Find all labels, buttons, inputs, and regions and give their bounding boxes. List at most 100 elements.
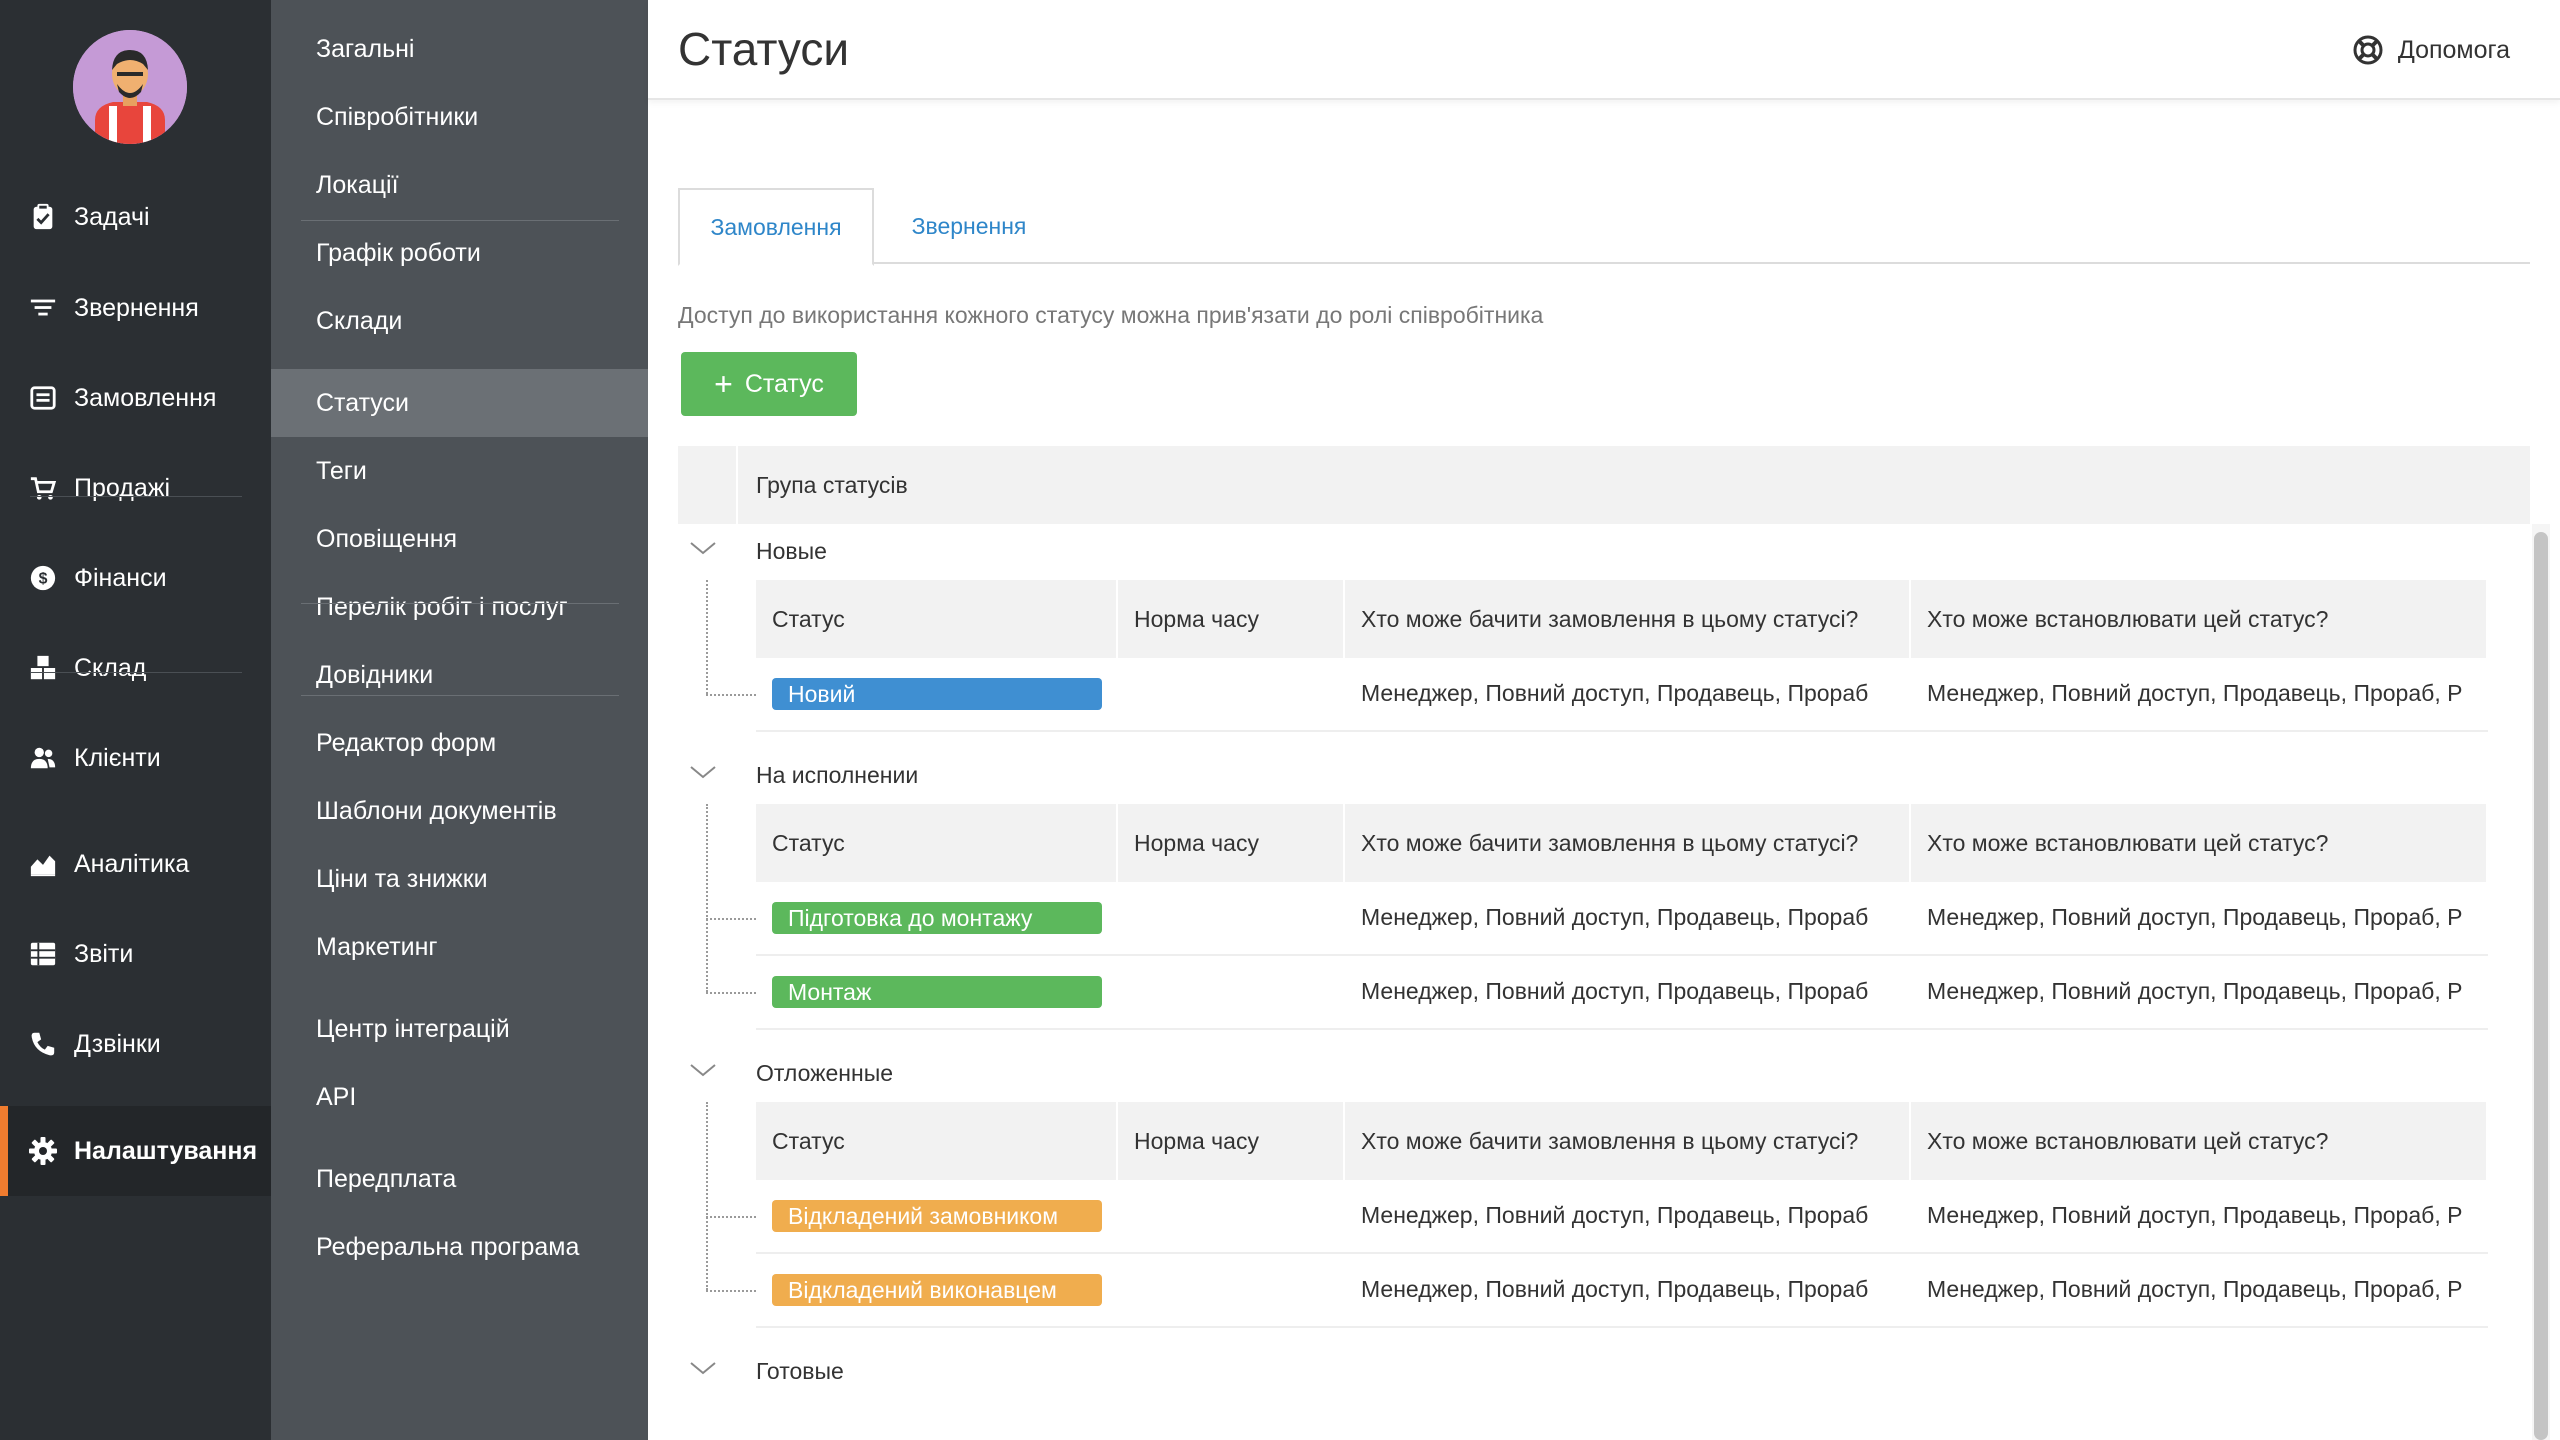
cart-icon bbox=[28, 473, 58, 503]
settings-item[interactable]: Графік роботи bbox=[271, 219, 648, 287]
status-group-row[interactable]: На исполнении bbox=[678, 748, 2530, 804]
table-row[interactable]: Монтаж Менеджер, Повний доступ, Продавець… bbox=[756, 956, 2488, 1030]
settings-item[interactable]: Реферальна програма bbox=[271, 1213, 648, 1281]
app-root: Задачі Звернення Замовлення Продажі $ Фінанси… bbox=[0, 0, 2560, 1440]
group-name: Новые bbox=[756, 538, 827, 564]
tree-line bbox=[706, 580, 708, 694]
status-columns-header: Статус Норма часу Хто може бачити замовлен… bbox=[756, 804, 2488, 882]
page-title: Статуси bbox=[678, 23, 850, 75]
column-header: Норма часу bbox=[1118, 804, 1345, 882]
status-badge[interactable]: Підготовка до монтажу bbox=[772, 902, 1102, 934]
settings-item[interactable]: Теги bbox=[271, 437, 648, 505]
header-divider bbox=[736, 446, 738, 524]
status-group-row[interactable]: Отложенные bbox=[678, 1046, 2530, 1102]
settings-item[interactable]: Шаблони документів bbox=[271, 777, 648, 845]
nav-item-dollar-coin[interactable]: $ Фінанси bbox=[0, 533, 271, 623]
tree-line bbox=[706, 804, 708, 992]
who-sets: Менеджер, Повний доступ, Продавець, Прор… bbox=[1927, 904, 2463, 930]
settings-item[interactable]: Передплата bbox=[271, 1145, 648, 1213]
table-row[interactable]: Відкладений замовником Менеджер, Повний д… bbox=[756, 1180, 2488, 1254]
plus-icon: + bbox=[714, 366, 733, 402]
who-sets: Менеджер, Повний доступ, Продавець, Прор… bbox=[1927, 1276, 2463, 1302]
tab-label: Замовлення bbox=[710, 213, 842, 240]
group-name: Готовые bbox=[756, 1358, 844, 1384]
column-header: Хто може бачити замовлення в цьому стату… bbox=[1345, 580, 1911, 658]
settings-item[interactable]: API bbox=[271, 1063, 648, 1131]
status-group-row[interactable]: Новые bbox=[678, 524, 2530, 580]
nav-item-list-report[interactable]: Звіти bbox=[0, 909, 271, 999]
status-badge[interactable]: Відкладений замовником bbox=[772, 1200, 1102, 1232]
order-card-icon bbox=[28, 383, 58, 413]
chevron-down-icon[interactable] bbox=[688, 538, 718, 558]
add-status-button[interactable]: + Статус bbox=[681, 352, 857, 416]
settings-item[interactable]: Центр інтеграцій bbox=[271, 995, 648, 1063]
nav-item-area-chart[interactable]: Аналітика bbox=[0, 819, 271, 909]
avatar-figure-icon bbox=[73, 30, 187, 144]
scrollbar[interactable] bbox=[2532, 524, 2550, 1440]
nav-item-label: Продажі bbox=[74, 473, 170, 502]
settings-item[interactable]: Редактор форм bbox=[271, 709, 648, 777]
avatar[interactable] bbox=[73, 30, 187, 144]
settings-item[interactable]: Співробітники bbox=[271, 83, 648, 151]
who-sees: Менеджер, Повний доступ, Продавець, Прор… bbox=[1361, 904, 1869, 930]
nav-separator bbox=[30, 672, 242, 673]
nav-item-boxes[interactable]: Склад bbox=[0, 623, 271, 713]
group-name: На исполнении bbox=[756, 762, 919, 788]
nav-item-cart[interactable]: Продажі bbox=[0, 443, 271, 533]
chevron-down-icon[interactable] bbox=[688, 762, 718, 782]
dollar-coin-icon: $ bbox=[28, 563, 58, 593]
nav-item-filter-lines[interactable]: Звернення bbox=[0, 263, 271, 353]
area-chart-icon bbox=[28, 849, 58, 879]
nav-item-users[interactable]: Клієнти bbox=[0, 713, 271, 803]
nav-item-clipboard-check[interactable]: Задачі bbox=[0, 172, 271, 262]
settings-item[interactable]: Перелік робіт і послуг bbox=[271, 573, 648, 641]
group-header: Група статусів bbox=[756, 471, 908, 498]
tab-orders[interactable]: Замовлення bbox=[678, 188, 874, 266]
settings-item[interactable]: Склади bbox=[271, 287, 648, 355]
scrollbar-thumb[interactable] bbox=[2534, 532, 2548, 1440]
nav-item-label: Налаштування bbox=[74, 1136, 258, 1165]
table-row[interactable]: Новий Менеджер, Повний доступ, Продавець,… bbox=[756, 658, 2488, 732]
tree-connector bbox=[706, 1290, 756, 1292]
status-columns-header: Статус Норма часу Хто може бачити замовлен… bbox=[756, 580, 2488, 658]
column-header: Статус bbox=[756, 580, 1118, 658]
status-badge[interactable]: Відкладений виконавцем bbox=[772, 1274, 1102, 1306]
who-sets: Менеджер, Повний доступ, Продавець, Прор… bbox=[1927, 680, 2463, 706]
nav-item-label: Фінанси bbox=[74, 563, 167, 592]
who-sees: Менеджер, Повний доступ, Продавець, Прор… bbox=[1361, 978, 1869, 1004]
tree-connector bbox=[706, 1216, 756, 1218]
status-badge[interactable]: Новий bbox=[772, 678, 1102, 710]
settings-item[interactable]: Ціни та знижки bbox=[271, 845, 648, 913]
help-link[interactable]: Допомога bbox=[2352, 34, 2510, 66]
settings-item[interactable]: Статуси bbox=[271, 369, 648, 437]
gear-icon bbox=[28, 1136, 58, 1166]
settings-item[interactable]: Локації bbox=[271, 151, 648, 219]
settings-item[interactable]: Загальні bbox=[271, 15, 648, 83]
status-table: Група статусів Новые Статус Норма часу Хто … bbox=[678, 446, 2530, 1440]
nav-item-order-card[interactable]: Замовлення bbox=[0, 353, 271, 443]
table-row[interactable]: Відкладений виконавцем Менеджер, Повний д… bbox=[756, 1254, 2488, 1328]
settings-item[interactable]: Оповіщення bbox=[271, 505, 648, 573]
tab-requests[interactable]: Звернення bbox=[874, 188, 1064, 264]
status-badge[interactable]: Монтаж bbox=[772, 976, 1102, 1008]
column-header: Хто може встановлювати цей статус? bbox=[1911, 804, 2488, 882]
users-icon bbox=[28, 743, 58, 773]
nav-item-label: Звернення bbox=[74, 293, 199, 322]
table-header: Група статусів bbox=[678, 446, 2530, 524]
nav-item-label: Аналітика bbox=[74, 849, 190, 878]
chevron-down-icon[interactable] bbox=[688, 1358, 718, 1378]
filter-lines-icon bbox=[28, 293, 58, 323]
table-row[interactable]: Підготовка до монтажу Менеджер, Повний до… bbox=[756, 882, 2488, 956]
nav-item-gear[interactable]: Налаштування bbox=[0, 1106, 271, 1196]
status-columns-header: Статус Норма часу Хто може бачити замовлен… bbox=[756, 1102, 2488, 1180]
chevron-down-icon[interactable] bbox=[688, 1060, 718, 1080]
settings-item[interactable]: Довідники bbox=[271, 641, 648, 709]
settings-submenu: Загальні Співробітники Локації Графік робот… bbox=[271, 0, 648, 1440]
submenu-separator bbox=[301, 603, 619, 604]
status-group-row[interactable]: Готовые bbox=[678, 1344, 2530, 1400]
main-nav: Задачі Звернення Замовлення Продажі $ Фінанси… bbox=[0, 0, 271, 1440]
boxes-icon bbox=[28, 653, 58, 683]
main-content: Статуси Допомога Замовлення Звернення До… bbox=[648, 0, 2560, 1440]
nav-item-phone[interactable]: Дзвінки bbox=[0, 999, 271, 1089]
settings-item[interactable]: Маркетинг bbox=[271, 913, 648, 981]
